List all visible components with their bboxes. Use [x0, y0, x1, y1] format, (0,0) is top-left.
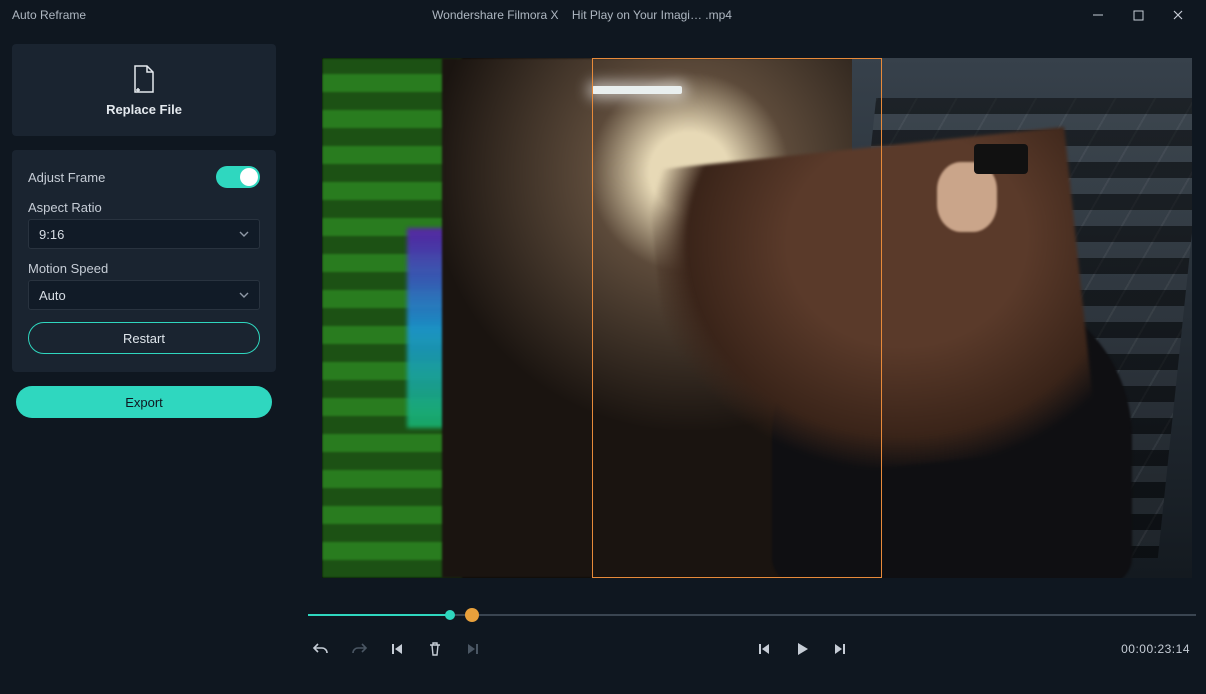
close-button[interactable]: [1158, 1, 1198, 29]
timeline-progress: [308, 614, 450, 616]
app-name: Wondershare Filmora X: [432, 8, 559, 22]
prev-keyframe-button[interactable]: [388, 640, 406, 658]
motion-speed-select[interactable]: Auto: [28, 280, 260, 310]
undo-icon: [312, 640, 330, 658]
motion-speed-label: Motion Speed: [28, 261, 260, 276]
play-button[interactable]: [793, 640, 811, 658]
prev-frame-icon: [390, 642, 404, 656]
step-forward-button[interactable]: [831, 640, 849, 658]
export-label: Export: [125, 395, 163, 410]
play-icon: [794, 641, 810, 657]
motion-speed-value: Auto: [39, 288, 66, 303]
step-back-button[interactable]: [755, 640, 773, 658]
adjust-frame-label: Adjust Frame: [28, 170, 105, 185]
restart-label: Restart: [123, 331, 165, 346]
replace-file-button[interactable]: Replace File: [12, 44, 276, 136]
video-frame: [322, 58, 1192, 578]
redo-icon: [350, 640, 368, 658]
next-keyframe-button[interactable]: [464, 640, 482, 658]
undo-button[interactable]: [312, 640, 330, 658]
sidebar: Replace File Adjust Frame Aspect Ratio 9…: [0, 30, 288, 694]
title-bar: Auto Reframe Wondershare Filmora X Hit P…: [0, 0, 1206, 30]
timecode: 00:00:23:14: [1121, 642, 1190, 656]
timeline-playhead[interactable]: [465, 608, 479, 622]
window-title: Wondershare Filmora X Hit Play on Your I…: [86, 8, 1078, 22]
adjust-frame-toggle[interactable]: [216, 166, 260, 188]
trash-icon: [427, 641, 443, 657]
video-preview[interactable]: [322, 58, 1192, 578]
delete-button[interactable]: [426, 640, 444, 658]
preview-pane: 00:00:23:14: [288, 30, 1206, 694]
aspect-ratio-select[interactable]: 9:16: [28, 219, 260, 249]
minimize-button[interactable]: [1078, 1, 1118, 29]
replace-file-label: Replace File: [106, 102, 182, 117]
next-cut-icon: [466, 642, 480, 656]
timeline-marker[interactable]: [445, 610, 455, 620]
maximize-button[interactable]: [1118, 1, 1158, 29]
step-back-icon: [756, 641, 772, 657]
aspect-ratio-label: Aspect Ratio: [28, 200, 260, 215]
playback-controls: 00:00:23:14: [308, 640, 1196, 658]
export-button[interactable]: Export: [16, 386, 272, 418]
file-name: Hit Play on Your Imagi… .mp4: [572, 8, 732, 22]
aspect-ratio-value: 9:16: [39, 227, 64, 242]
chevron-down-icon: [239, 288, 249, 303]
chevron-down-icon: [239, 227, 249, 242]
maximize-icon: [1133, 10, 1144, 21]
step-forward-icon: [832, 641, 848, 657]
timeline-track[interactable]: [308, 608, 1196, 622]
close-icon: [1172, 9, 1184, 21]
replace-file-icon: [131, 64, 157, 94]
redo-button[interactable]: [350, 640, 368, 658]
feature-title: Auto Reframe: [8, 8, 86, 22]
minimize-icon: [1092, 9, 1104, 21]
restart-button[interactable]: Restart: [28, 322, 260, 354]
adjust-frame-panel: Adjust Frame Aspect Ratio 9:16 Motion Sp…: [12, 150, 276, 372]
